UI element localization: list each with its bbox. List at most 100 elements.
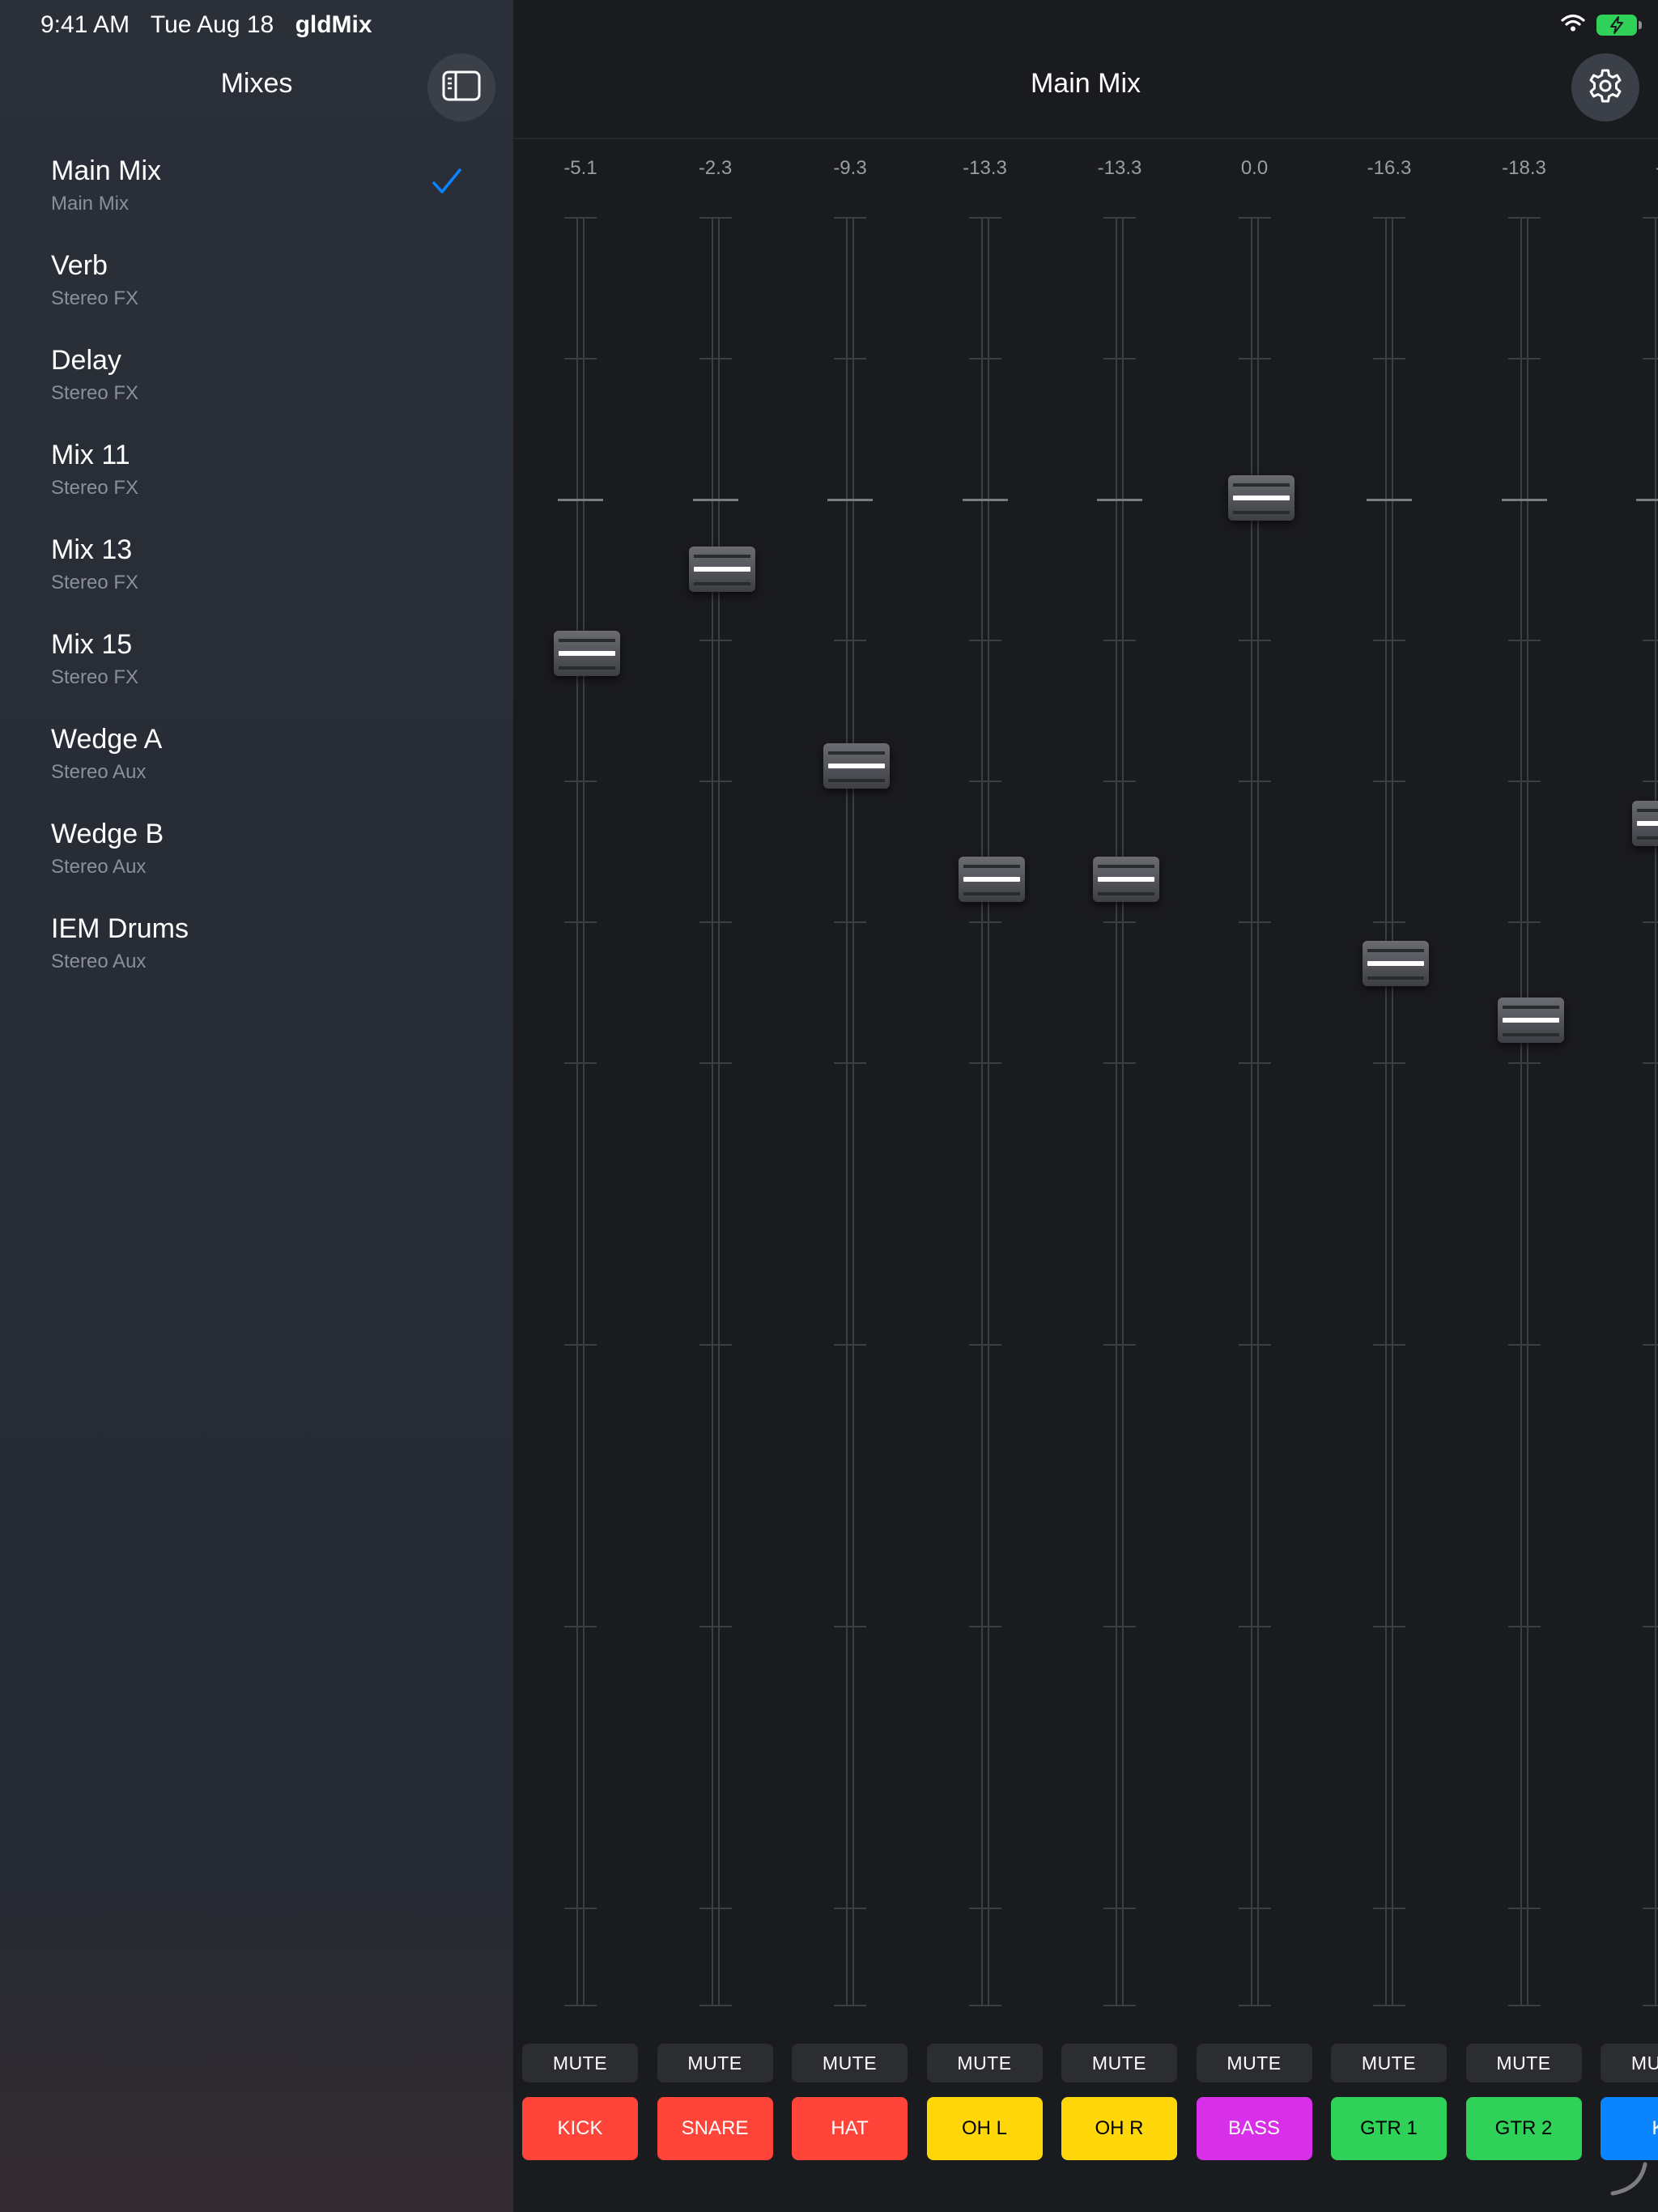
mute-button[interactable]: MUTE	[1465, 2044, 1582, 2082]
fader-knob[interactable]	[1363, 940, 1429, 986]
mute-button[interactable]: MUTE	[792, 2044, 908, 2082]
mix-item-main-mix[interactable]: Main Mix Main Mix	[0, 146, 513, 240]
fader-scale-tick	[1103, 921, 1136, 923]
fader-scale-tick	[834, 358, 866, 359]
fader-scale-tick	[699, 1908, 732, 1909]
channel-strip-hat: -9.3 MUTE HAT	[783, 146, 917, 2170]
status-time: 9:41 AM	[40, 11, 130, 38]
mix-item-delay[interactable]: Delay Stereo FX	[0, 335, 513, 430]
channel-name-button[interactable]: GTR 1	[1331, 2097, 1447, 2160]
mix-type: Stereo Aux	[51, 856, 147, 878]
mute-button[interactable]: MUTE	[1061, 2044, 1177, 2082]
mix-name: IEM Drums	[51, 913, 189, 944]
mute-button[interactable]: MUTE	[1331, 2044, 1447, 2082]
channel-name-button[interactable]: GTR 2	[1465, 2097, 1582, 2160]
mute-button[interactable]: MUTE	[926, 2044, 1043, 2082]
fader-scale-tick	[1103, 1062, 1136, 1064]
fader-scale-tick	[699, 1062, 732, 1064]
fader-scale-tick	[699, 2005, 732, 2006]
sidebar-icon	[442, 70, 481, 105]
channel-name-button[interactable]: OH L	[926, 2097, 1043, 2160]
fader-knob[interactable]	[688, 547, 755, 593]
fader-knob[interactable]	[1227, 474, 1295, 521]
fader-scale-tick	[1507, 921, 1541, 923]
fader-scale-tick	[968, 358, 1001, 359]
fader-knob[interactable]	[1497, 998, 1564, 1044]
channel-name-button[interactable]: SNARE	[657, 2097, 773, 2160]
mute-button[interactable]: MUTE	[1196, 2044, 1312, 2082]
fader-track[interactable]	[1385, 217, 1393, 2006]
fader-scale-tick	[564, 921, 597, 923]
fader-scale-tick	[1238, 921, 1271, 923]
fader-scale-tick	[1373, 217, 1405, 219]
channel-name-button[interactable]: OH R	[1061, 2097, 1177, 2160]
fader-knob[interactable]	[1093, 856, 1159, 902]
channel-strip-bass: 0.0 MUTE BASS	[1188, 146, 1322, 2170]
mute-button[interactable]: MUTE	[522, 2044, 638, 2082]
mix-type: Stereo FX	[51, 572, 139, 593]
fader-scale-tick	[834, 1908, 866, 1909]
mute-button[interactable]: MUTE	[657, 2044, 773, 2082]
channel-name-button[interactable]: K	[1601, 2097, 1658, 2160]
fader-scale-tick	[1238, 1908, 1271, 1909]
mix-item-iem-drums[interactable]: IEM Drums Stereo Aux	[0, 904, 513, 998]
channel-name-button[interactable]: BASS	[1196, 2097, 1312, 2160]
fader-knob[interactable]	[554, 631, 620, 677]
fader-scale-tick	[1507, 1908, 1541, 1909]
mix-item-mix-15[interactable]: Mix 15 Stereo FX	[0, 619, 513, 714]
fader-knob[interactable]	[823, 743, 890, 789]
mix-name: Wedge B	[51, 819, 164, 849]
fader-scale-tick	[564, 1908, 597, 1909]
fader-scale-tick	[1238, 217, 1271, 219]
gear-icon	[1587, 67, 1624, 108]
fader-track[interactable]	[576, 217, 585, 2006]
mix-item-verb[interactable]: Verb Stereo FX	[0, 240, 513, 335]
fader-level-label: -5.1	[563, 157, 597, 179]
fader-scale-tick	[968, 1626, 1001, 1627]
fader-knob[interactable]	[1632, 801, 1658, 847]
sidebar-toggle-button[interactable]	[427, 53, 495, 121]
fader-track[interactable]	[711, 217, 720, 2006]
unity-gain-mark	[1636, 499, 1658, 501]
mix-item-wedge-b[interactable]: Wedge B Stereo Aux	[0, 809, 513, 904]
channel-strips: -5.1 MUTE KICK -2.3 MUTE SNARE -9.3 MUTE HAT -13.…	[513, 146, 1658, 2170]
channel-name-button[interactable]: KICK	[522, 2097, 638, 2160]
fader-scale-tick	[699, 1626, 732, 1627]
status-date: Tue Aug 18	[150, 11, 274, 38]
fader-scale-tick	[1373, 1908, 1405, 1909]
mix-item-mix-11[interactable]: Mix 11 Stereo FX	[0, 430, 513, 525]
fader-level-label: -2.3	[698, 157, 733, 179]
fader-scale-tick	[564, 1344, 597, 1346]
fader-track[interactable]	[846, 217, 854, 2006]
fader-scale-tick	[1507, 1344, 1541, 1346]
fader-track[interactable]	[980, 217, 989, 2006]
fader-scale-tick	[564, 1626, 597, 1627]
mix-item-wedge-a[interactable]: Wedge A Stereo Aux	[0, 714, 513, 809]
mix-item-mix-13[interactable]: Mix 13 Stereo FX	[0, 525, 513, 619]
fader-track[interactable]	[1520, 217, 1528, 2006]
mute-button[interactable]: MUTE	[1601, 2044, 1658, 2082]
mix-name: Delay	[51, 345, 121, 376]
channel-strip-gtr-1: -16.3 MUTE GTR 1	[1322, 146, 1456, 2170]
fader-scale-tick	[1507, 1626, 1541, 1627]
fader-scale-tick	[1238, 1344, 1271, 1346]
fader-scale-tick	[1643, 358, 1658, 359]
fader-scale-tick	[1373, 1062, 1405, 1064]
settings-button[interactable]	[1571, 53, 1639, 121]
fader-scale-tick	[1238, 1626, 1271, 1627]
fader-scale-tick	[1643, 781, 1658, 782]
channel-name-button[interactable]: HAT	[792, 2097, 908, 2160]
mix-type: Stereo Aux	[51, 951, 147, 972]
fader-scale-tick	[1643, 2005, 1658, 2006]
status-left: 9:41 AM Tue Aug 18 gldMix	[40, 11, 387, 39]
fader-track[interactable]	[1655, 217, 1658, 2006]
fader-scale-tick	[1507, 217, 1541, 219]
fader-level-label: -18.3	[1502, 157, 1546, 179]
fader-track[interactable]	[1116, 217, 1124, 2006]
fader-scale-tick	[834, 921, 866, 923]
fader-scale-tick	[1103, 1626, 1136, 1627]
fader-scale-tick	[1238, 1062, 1271, 1064]
channel-strip-kick: -5.1 MUTE KICK	[513, 146, 648, 2170]
fader-knob[interactable]	[958, 856, 1025, 902]
fader-scale-tick	[1373, 1344, 1405, 1346]
